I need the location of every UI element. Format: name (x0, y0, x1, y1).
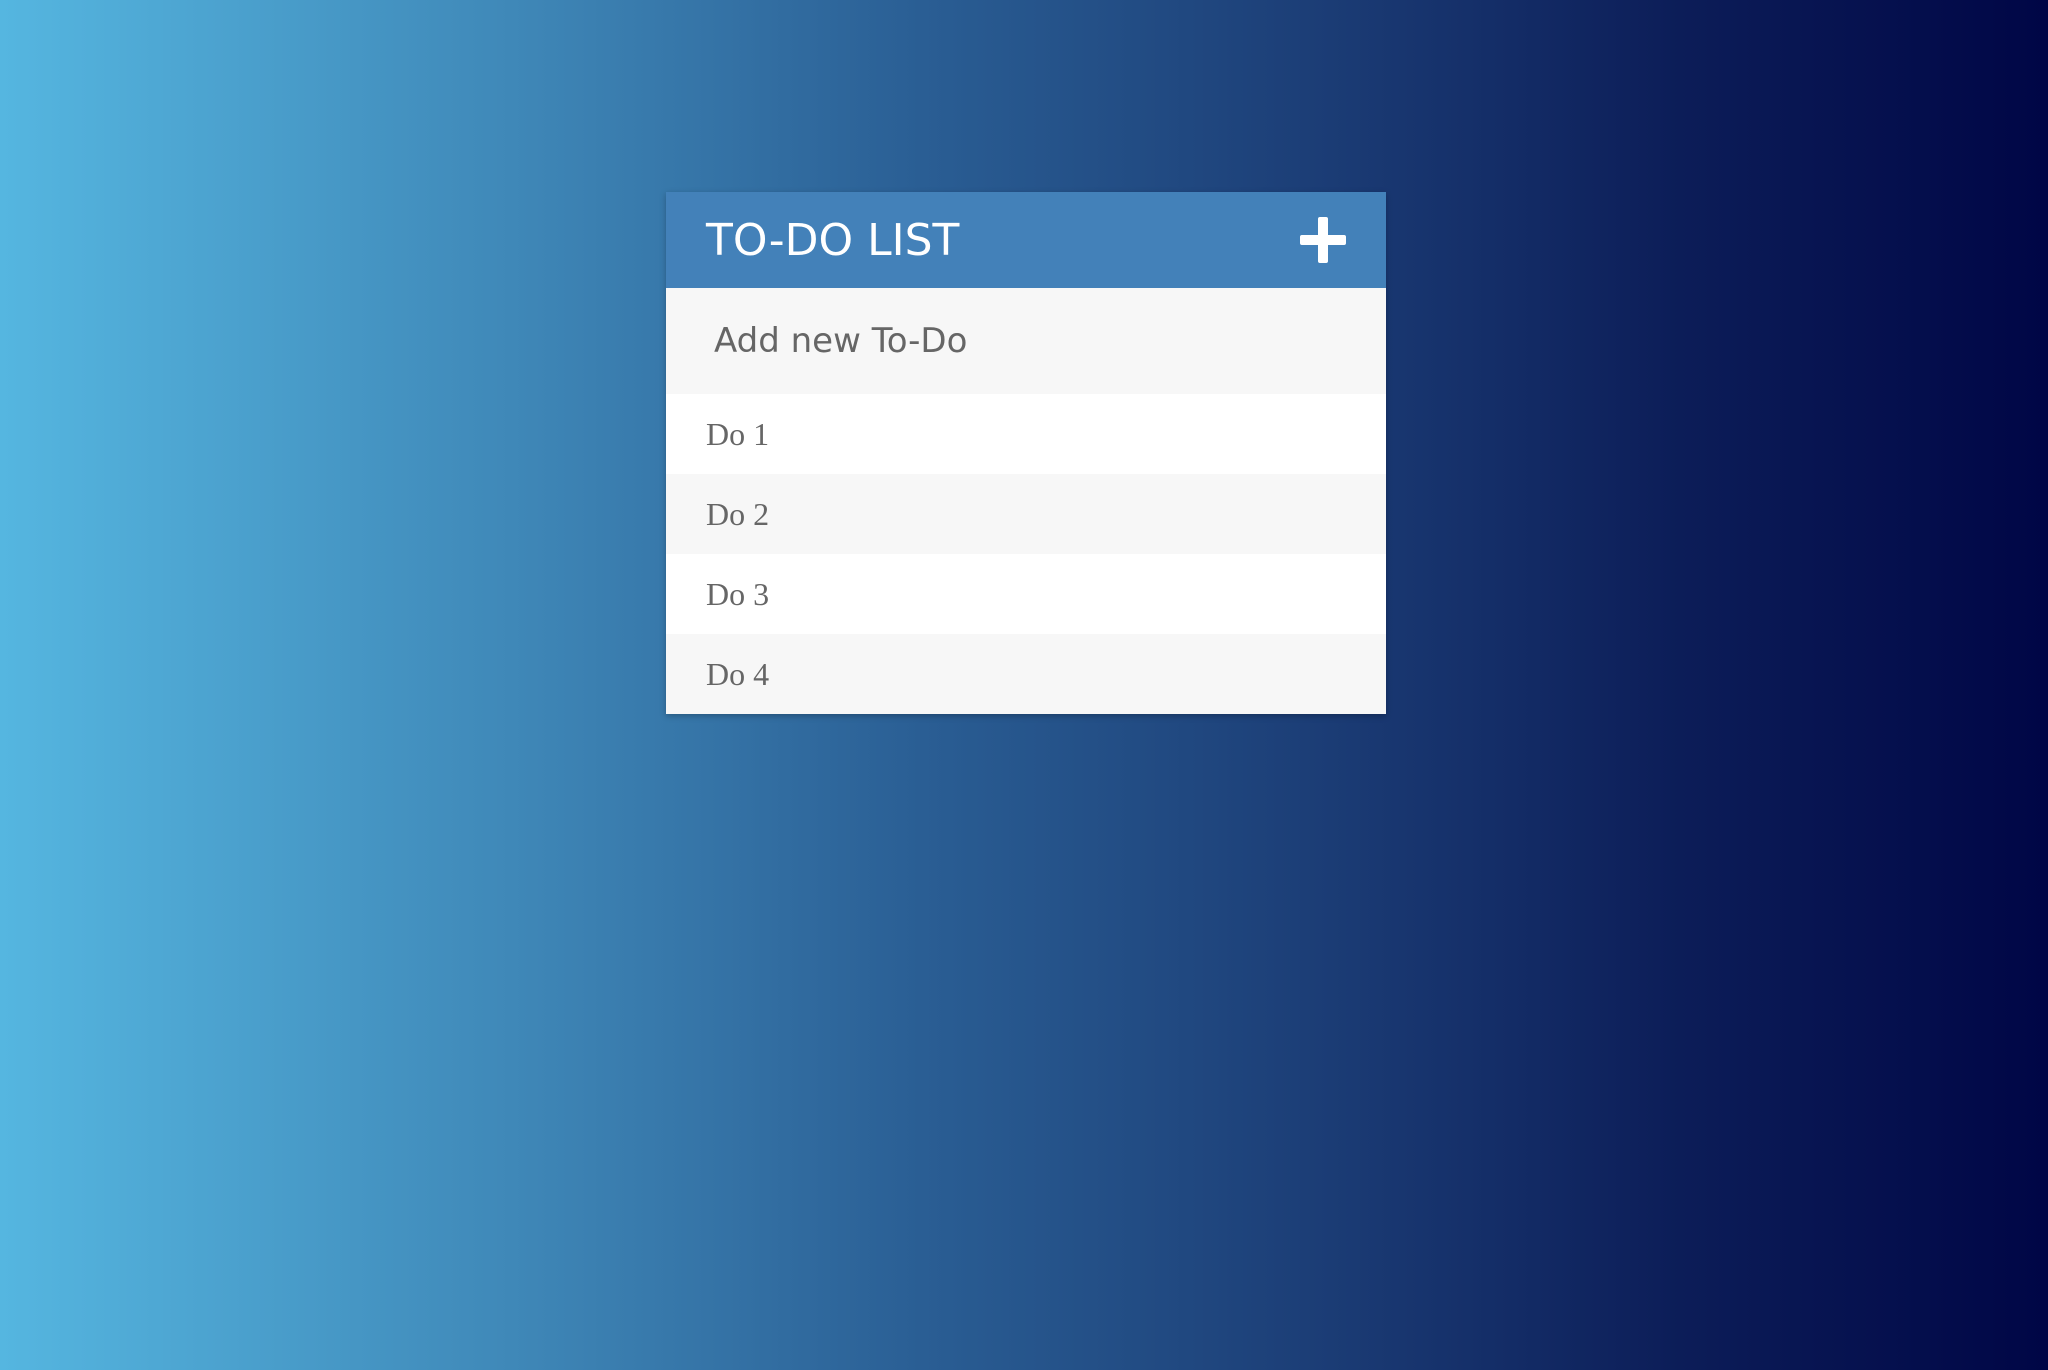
todo-header: TO-DO LIST (666, 192, 1386, 288)
plus-icon-vertical-bar (1318, 217, 1328, 263)
new-todo-input[interactable] (712, 320, 1340, 362)
list-item[interactable]: Do 1 (666, 394, 1386, 474)
list-item[interactable]: Do 3 (666, 554, 1386, 634)
list-item[interactable]: Do 2 (666, 474, 1386, 554)
page-title: TO-DO LIST (706, 214, 960, 266)
list-item[interactable]: Do 4 (666, 634, 1386, 714)
todo-list: Do 1 Do 2 Do 3 Do 4 (666, 394, 1386, 714)
new-todo-row (666, 288, 1386, 394)
plus-icon[interactable] (1300, 217, 1346, 263)
todo-card: TO-DO LIST Do 1 Do 2 Do 3 Do 4 (666, 192, 1386, 714)
